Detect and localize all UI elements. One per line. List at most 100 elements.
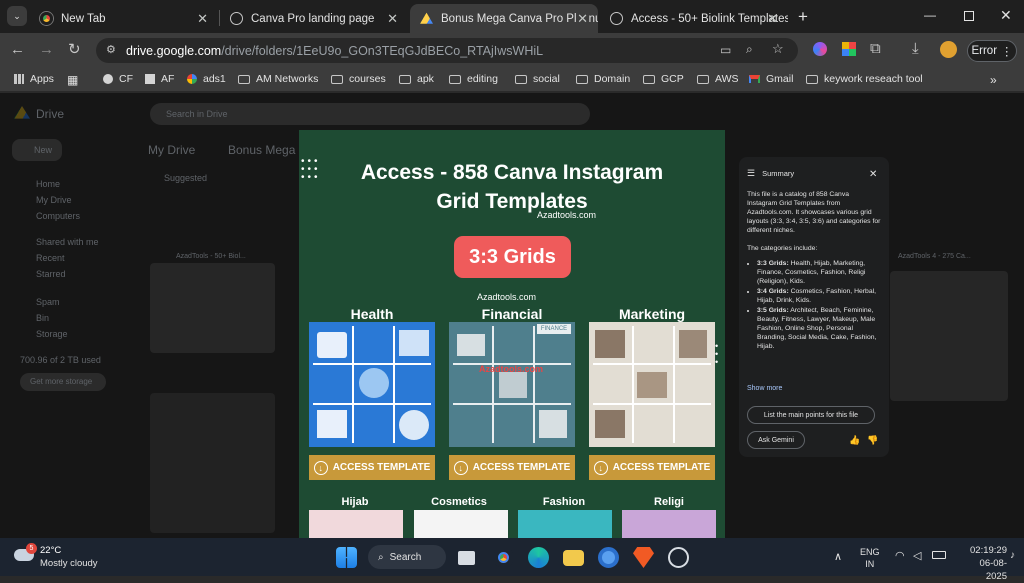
- hijab-template-thumbnail[interactable]: [309, 510, 403, 540]
- clock[interactable]: 02:19:29 06-08-2025: [962, 544, 1007, 583]
- taskbar-search[interactable]: ⌕ Search: [368, 545, 446, 569]
- close-icon[interactable]: ✕: [197, 11, 208, 27]
- access-template-button[interactable]: ↓ ACCESS TEMPLATE: [449, 455, 575, 480]
- tab-new-tab[interactable]: New Tab ✕: [30, 4, 218, 33]
- financial-template-thumbnail[interactable]: FINANCE Azadtools.com: [449, 322, 575, 447]
- nav-bin[interactable]: Bin: [36, 313, 49, 323]
- extension-icon[interactable]: [842, 42, 856, 56]
- nav-storage[interactable]: Storage: [36, 329, 68, 339]
- ask-gemini-button[interactable]: Ask Gemini: [747, 431, 805, 449]
- bookmark-domain[interactable]: Domain: [576, 73, 630, 85]
- address-bar[interactable]: ⚙ drive.google.com/drive/folders/1EeU9o_…: [96, 38, 798, 63]
- tab-canva-pro[interactable]: Canva Pro landing page ✕: [220, 4, 408, 33]
- category-marketing: Marketing: [618, 306, 686, 322]
- close-icon[interactable]: ✕: [577, 11, 588, 27]
- extension-icon[interactable]: [813, 42, 827, 56]
- access-template-button[interactable]: ↓ ACCESS TEMPLATE: [589, 455, 715, 480]
- bookmark-gmail[interactable]: Gmail: [749, 73, 793, 85]
- puzzle-icon[interactable]: ⧉: [870, 41, 881, 57]
- brave-icon[interactable]: [633, 547, 654, 568]
- tab-search-button[interactable]: ⌄: [7, 6, 27, 26]
- reload-icon[interactable]: ↻: [68, 42, 81, 58]
- nav-recent[interactable]: Recent: [36, 253, 65, 263]
- bookmark-social[interactable]: social: [515, 73, 560, 85]
- forward-arrow-icon[interactable]: →: [39, 42, 54, 58]
- close-icon[interactable]: ✕: [869, 169, 877, 180]
- notification-bell-icon[interactable]: ♪: [1010, 550, 1015, 561]
- app-icon[interactable]: [668, 547, 689, 568]
- breadcrumb-my-drive[interactable]: My Drive: [148, 143, 195, 157]
- close-icon[interactable]: ✕: [387, 11, 398, 27]
- folder-icon: [515, 74, 527, 84]
- download-icon[interactable]: ⤓: [912, 41, 919, 57]
- bookmark-gcp[interactable]: GCP: [643, 73, 684, 85]
- nav-my-drive[interactable]: My Drive: [36, 195, 72, 205]
- tab-groups-icon[interactable]: ▦: [67, 73, 78, 87]
- breadcrumb-bonus[interactable]: Bonus Mega: [228, 143, 295, 157]
- site-info-icon[interactable]: ⚙: [106, 43, 116, 56]
- nav-computers[interactable]: Computers: [36, 211, 80, 221]
- access-template-button[interactable]: ↓ ACCESS TEMPLATE: [309, 455, 435, 480]
- search-input[interactable]: Search in Drive: [150, 103, 590, 125]
- close-icon[interactable]: ✕: [767, 11, 778, 27]
- close-window-button[interactable]: ✕: [1000, 7, 1012, 24]
- tab-bonus-mega[interactable]: Bonus Mega Canva Pro Platinum ✕: [410, 4, 598, 33]
- zoom-icon[interactable]: ⌕: [746, 42, 753, 57]
- file-thumbnail[interactable]: [150, 263, 275, 353]
- task-view-icon[interactable]: [458, 551, 475, 565]
- back-arrow-icon[interactable]: ←: [10, 42, 25, 58]
- language-indicator[interactable]: ENG IN: [860, 546, 880, 570]
- maximize-button[interactable]: [964, 11, 974, 21]
- bookmark-aws[interactable]: AWS: [697, 73, 739, 85]
- religi-template-thumbnail[interactable]: [622, 510, 716, 540]
- nav-spam[interactable]: Spam: [36, 297, 60, 307]
- avatar[interactable]: [940, 41, 957, 58]
- file-thumbnail[interactable]: [890, 271, 1008, 401]
- nav-home[interactable]: Home: [36, 179, 60, 189]
- bookmark-ads1[interactable]: ads1: [187, 73, 226, 85]
- bookmark-courses[interactable]: courses: [331, 73, 386, 85]
- more-bookmarks-icon[interactable]: »: [990, 73, 997, 87]
- cast-icon[interactable]: ▭: [720, 43, 731, 57]
- star-icon[interactable]: ☆: [772, 41, 784, 57]
- tab-label: New Tab: [61, 12, 106, 25]
- marketing-template-thumbnail[interactable]: [589, 322, 715, 447]
- bookmark-af[interactable]: AF: [145, 73, 174, 85]
- list-main-points-button[interactable]: List the main points for this file: [747, 406, 875, 424]
- bookmark-keywork[interactable]: keywork reseach tool: [806, 73, 923, 85]
- fashion-template-thumbnail[interactable]: [518, 510, 612, 540]
- edge-icon[interactable]: [528, 547, 549, 568]
- wifi-icon[interactable]: ◠: [895, 549, 905, 562]
- new-button[interactable]: New: [12, 139, 62, 161]
- get-storage-button[interactable]: Get more storage: [20, 373, 106, 391]
- volume-icon[interactable]: ◁: [913, 549, 921, 562]
- title-line-1: Access - 858 Canva Instagram: [360, 161, 664, 184]
- weather-widget[interactable]: 5 22°C Mostly cloudy: [12, 543, 112, 571]
- health-template-thumbnail[interactable]: [309, 322, 435, 447]
- error-button[interactable]: Error ⋮: [967, 40, 1017, 62]
- thumbs-down-icon[interactable]: 👎: [867, 435, 878, 446]
- battery-icon[interactable]: [932, 551, 946, 559]
- file-explorer-icon[interactable]: [563, 550, 584, 566]
- lang-line-1: ENG: [860, 547, 880, 557]
- tab-biolink[interactable]: Access - 50+ Biolink Templates ✕: [600, 4, 788, 33]
- show-more-link[interactable]: Show more: [747, 385, 782, 392]
- chromium-icon[interactable]: [598, 547, 619, 568]
- bookmark-apk[interactable]: apk: [399, 73, 434, 85]
- nav-shared[interactable]: Shared with me: [36, 237, 99, 247]
- nav-starred[interactable]: Starred: [36, 269, 66, 279]
- bookmark-am-networks[interactable]: AM Networks: [238, 73, 318, 85]
- bookmark-apps[interactable]: Apps: [14, 73, 54, 85]
- cosmetics-template-thumbnail[interactable]: [414, 510, 508, 540]
- file-thumbnail[interactable]: [150, 393, 275, 533]
- hidden-icons-chevron[interactable]: ∧: [834, 550, 842, 563]
- windows-start-icon[interactable]: [336, 547, 357, 568]
- chrome-taskbar-icon[interactable]: [493, 547, 514, 568]
- bookmark-label: AM Networks: [256, 73, 319, 85]
- bookmark-cf[interactable]: CF: [103, 73, 133, 85]
- bookmarks-bar: Apps ▦ CF AF ads1 AM Networks courses ap…: [0, 68, 1024, 92]
- minimize-button[interactable]: —: [924, 8, 936, 22]
- bookmark-editing[interactable]: editing: [449, 73, 498, 85]
- thumbs-up-icon[interactable]: 👍: [849, 435, 860, 446]
- new-tab-button[interactable]: +: [798, 7, 808, 27]
